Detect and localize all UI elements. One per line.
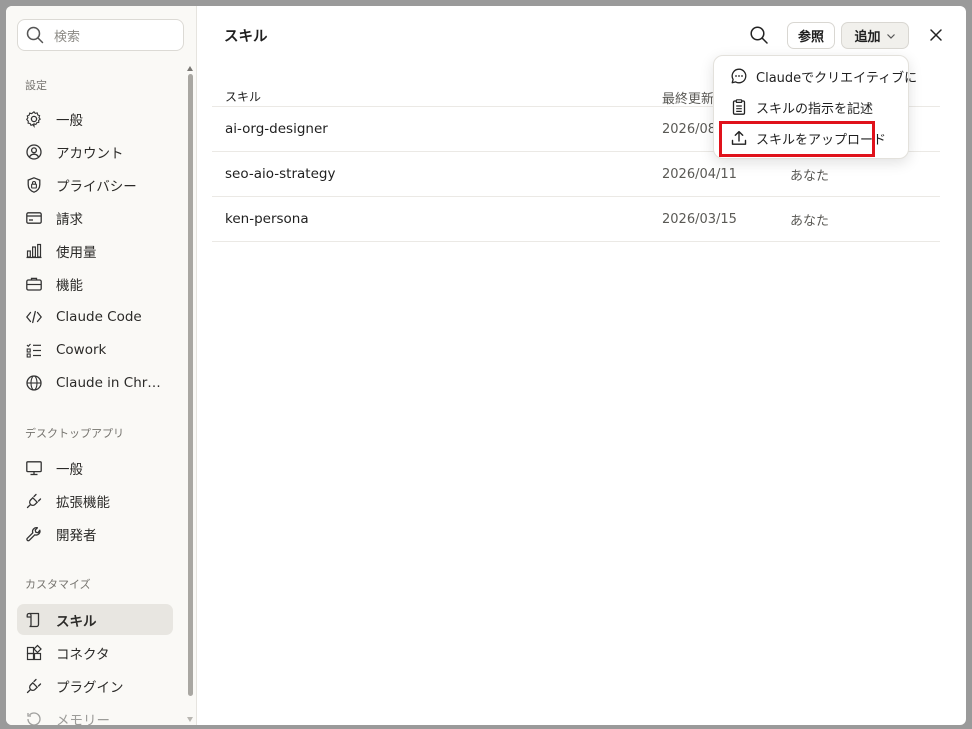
bar-chart-icon: [25, 242, 43, 260]
skill-name: ai-org-designer: [225, 121, 328, 137]
search-icon: [26, 26, 44, 44]
search-input[interactable]: 検索: [17, 19, 184, 51]
sidebar-item-label: 機能: [56, 277, 83, 294]
sidebar-scrollbar[interactable]: [188, 74, 193, 696]
column-header-skill[interactable]: スキル: [225, 79, 261, 106]
sidebar-item-label: 請求: [56, 211, 83, 228]
sidebar-item-account[interactable]: アカウント: [17, 136, 173, 167]
sidebar-item-label: Cowork: [56, 341, 107, 358]
sidebar-item-label: 開発者: [56, 527, 97, 544]
sidebar-item-general[interactable]: 一般: [17, 103, 173, 134]
shield-lock-icon: [25, 176, 43, 194]
browse-button[interactable]: 参照: [787, 22, 835, 49]
sidebar-item-claude-code[interactable]: Claude Code: [17, 301, 173, 332]
user-circle-icon: [25, 143, 43, 161]
gear-icon: [25, 110, 43, 128]
skill-name: seo-aio-strategy: [225, 166, 336, 182]
add-button-label: 追加: [854, 30, 881, 45]
menu-item-create-with-claude[interactable]: Claudeでクリエイティブに: [722, 61, 917, 91]
settings-window: 検索 設定 一般 アカウント プライバシー 請求 使用量 機能 Claude C…: [6, 6, 966, 725]
scroll-icon: [25, 611, 43, 629]
checklist-icon: [25, 341, 43, 359]
sidebar-item-skills[interactable]: スキル: [17, 604, 173, 635]
sidebar-item-claude-in-chrome[interactable]: Claude in Chr…: [17, 367, 173, 398]
sidebar-item-label: Claude in Chr…: [56, 374, 161, 391]
sidebar-item-label: 拡張機能: [56, 494, 110, 511]
page-title: スキル: [224, 29, 268, 45]
table-row[interactable]: ken-persona 2026/03/15 あなた: [212, 197, 940, 242]
globe-icon: [25, 374, 43, 392]
sidebar-item-billing[interactable]: 請求: [17, 202, 173, 233]
sidebar-item-connectors[interactable]: コネクタ: [17, 637, 173, 668]
skill-owner: あなた: [790, 213, 830, 229]
sidebar-item-label: 使用量: [56, 244, 97, 261]
close-icon: [930, 29, 942, 41]
blocks-icon: [25, 644, 43, 662]
section-label-settings: 設定: [25, 79, 47, 92]
chevron-down-icon: [886, 33, 895, 39]
code-icon: [25, 308, 43, 326]
sidebar-item-features[interactable]: 機能: [17, 268, 173, 299]
sidebar-item-cowork[interactable]: Cowork: [17, 334, 173, 365]
menu-item-label: スキルの指示を記述: [756, 101, 874, 117]
skill-name: ken-persona: [225, 211, 309, 227]
plug-icon: [25, 492, 43, 510]
sidebar-item-extensions[interactable]: 拡張機能: [17, 485, 173, 516]
chat-bubble-icon: [730, 67, 748, 85]
memory-icon: [25, 710, 43, 725]
sidebar-item-developer[interactable]: 開発者: [17, 518, 173, 549]
add-button[interactable]: 追加: [841, 22, 909, 49]
monitor-icon: [25, 459, 43, 477]
sidebar-item-label: プライバシー: [56, 178, 137, 195]
menu-item-write-instructions[interactable]: スキルの指示を記述: [722, 92, 900, 122]
menu-item-label: Claudeでクリエイティブに: [756, 70, 918, 86]
search-icon: [750, 26, 768, 44]
sidebar-item-label: Claude Code: [56, 308, 142, 325]
sidebar-item-label: コネクタ: [56, 646, 110, 663]
section-label-customize: カスタマイズ: [25, 578, 91, 591]
column-header-updated[interactable]: 最終更新: [662, 79, 714, 107]
sidebar-item-label: メモリー: [56, 712, 110, 726]
sidebar-item-privacy[interactable]: プライバシー: [17, 169, 173, 200]
sidebar-item-label: 一般: [56, 461, 83, 478]
upload-highlight-box: [719, 121, 875, 157]
sidebar-item-label: 一般: [56, 112, 83, 129]
sidebar-item-desktop-general[interactable]: 一般: [17, 452, 173, 483]
wrench-icon: [25, 525, 43, 543]
plug-icon: [25, 677, 43, 695]
sidebar-item-label: スキル: [56, 613, 97, 630]
search-placeholder: 検索: [54, 29, 81, 45]
sidebar-item-label: アカウント: [56, 145, 124, 162]
scroll-up-arrow[interactable]: [187, 66, 193, 71]
credit-card-icon: [25, 209, 43, 227]
close-button[interactable]: [922, 21, 950, 49]
scroll-down-arrow[interactable]: [187, 717, 193, 722]
skill-updated: 2026/08: [662, 121, 717, 137]
section-label-desktop: デスクトップアプリ: [25, 427, 124, 440]
sidebar-item-label: プラグイン: [56, 679, 124, 696]
sidebar-item-usage[interactable]: 使用量: [17, 235, 173, 266]
search-button[interactable]: [745, 21, 773, 49]
clipboard-icon: [730, 98, 748, 116]
sidebar-item-plugins[interactable]: プラグイン: [17, 670, 173, 701]
sidebar-item-memory[interactable]: メモリー: [17, 703, 173, 725]
briefcase-icon: [25, 275, 43, 293]
sidebar: 検索 設定 一般 アカウント プライバシー 請求 使用量 機能 Claude C…: [6, 6, 197, 725]
skill-updated: 2026/03/15: [662, 211, 737, 227]
